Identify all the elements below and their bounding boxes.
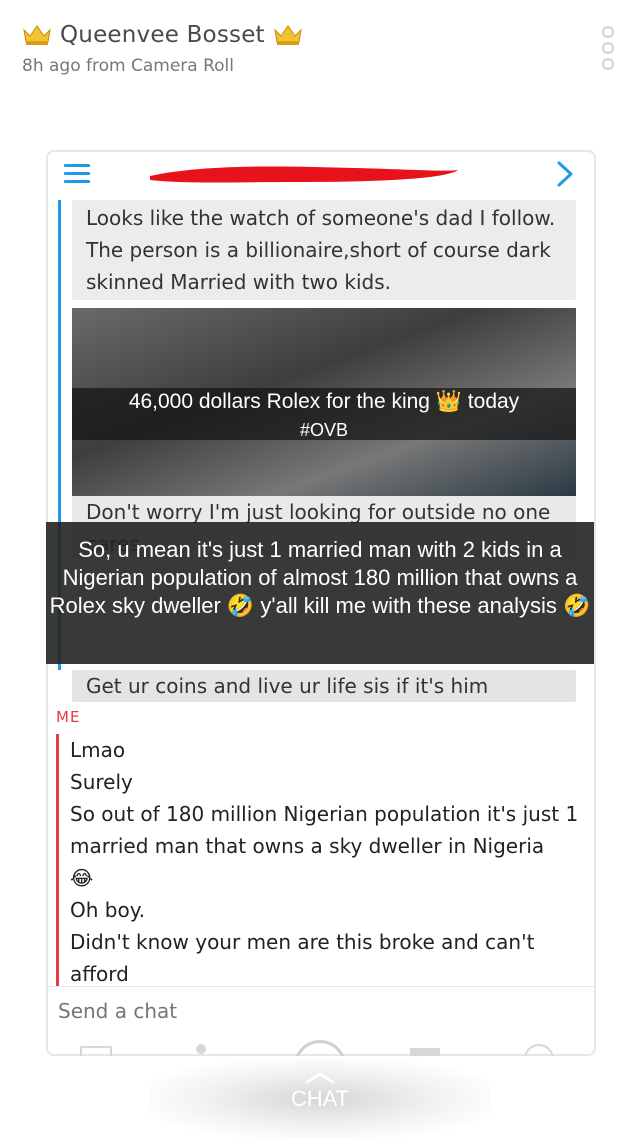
chat-top-bar	[48, 152, 594, 198]
crown-icon	[274, 25, 302, 45]
gallery-icon[interactable]	[80, 1046, 112, 1056]
video-icon[interactable]	[410, 1048, 440, 1056]
chat-message: Surely	[70, 770, 133, 794]
chevron-up-icon	[305, 1072, 335, 1084]
sender-label-me: ME	[56, 708, 81, 726]
chat-message: 😂	[70, 866, 94, 890]
redaction-scribble	[150, 166, 458, 183]
crown-icon	[23, 25, 51, 45]
chevron-right-icon[interactable]	[556, 160, 574, 188]
chat-tab-button[interactable]: CHAT	[270, 1072, 370, 1112]
chat-message: Lmao	[70, 738, 126, 762]
phone-icon[interactable]	[196, 1044, 206, 1054]
story-header: Queenvee Bosset 8h ago from Camera Roll	[22, 22, 618, 92]
chat-tab-label: CHAT	[290, 1086, 350, 1111]
chat-message: So out of 180 million Nigerian populatio…	[70, 802, 579, 858]
post-timestamp: 8h ago from Camera Roll	[22, 56, 234, 76]
chat-message: Oh boy.	[70, 898, 146, 922]
snap-caption-overlay: So, u mean it's just 1 married man with …	[46, 522, 594, 664]
menu-icon[interactable]	[64, 164, 90, 184]
quoted-message: Looks like the watch of someone's dad I …	[72, 200, 576, 300]
divider	[48, 986, 594, 987]
watch-photo[interactable]: 46,000 dollars Rolex for the king 👑 toda…	[72, 308, 576, 496]
chat-message: Didn't know your men are this broke and …	[70, 930, 541, 986]
photo-caption-hashtag: #OVB	[299, 420, 349, 440]
more-options-icon[interactable]	[602, 26, 618, 70]
send-chat-input[interactable]	[58, 996, 578, 1026]
chat-toolbar	[48, 1036, 594, 1056]
photo-caption: 46,000 dollars Rolex for the king 👑 toda…	[128, 390, 520, 413]
message-line	[56, 734, 59, 986]
quoted-message: Get ur coins and live ur life sis if it'…	[72, 670, 576, 702]
emoji-icon[interactable]	[524, 1044, 554, 1056]
camera-shutter-icon[interactable]	[294, 1040, 346, 1056]
username[interactable]: Queenvee Bosset	[60, 22, 265, 48]
